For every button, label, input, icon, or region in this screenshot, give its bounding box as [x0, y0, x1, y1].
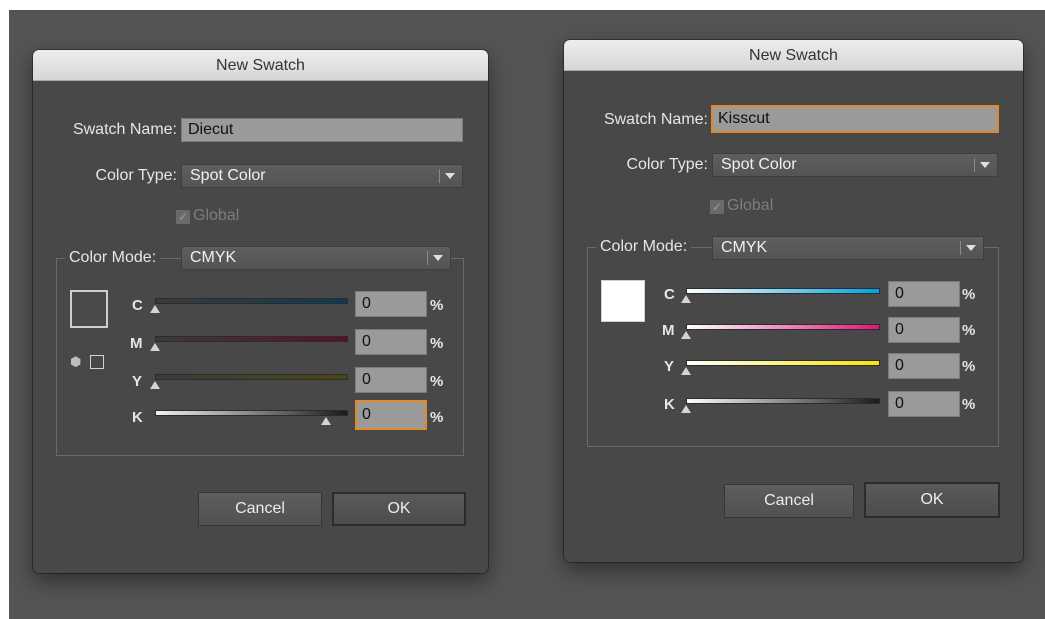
dropdown-separator	[439, 169, 440, 183]
m-value-input[interactable]: 0	[888, 317, 960, 343]
dialog-title: New Swatch	[564, 40, 1023, 71]
dropdown-separator	[960, 241, 961, 255]
c-value-input[interactable]: 0	[355, 291, 427, 317]
new-swatch-dialog-kisscut: New Swatch Swatch Name: Kisscut Color Ty…	[564, 40, 1023, 562]
checkmark-icon: ✓	[176, 210, 190, 224]
swatch-name-label: Swatch Name:	[603, 111, 708, 128]
k-value-input[interactable]: 0	[888, 391, 960, 417]
k-slider-track[interactable]	[686, 398, 880, 404]
channel-label: Y	[132, 373, 143, 390]
k-slider-track[interactable]	[155, 410, 348, 416]
channel-label: C	[664, 286, 675, 303]
c-slider-track[interactable]	[686, 288, 880, 294]
c-slider-thumb[interactable]	[681, 295, 691, 303]
color-type-dropdown[interactable]: Spot Color	[712, 153, 998, 177]
channel-label: C	[132, 297, 143, 314]
cube-icon: ⬢	[70, 354, 82, 369]
color-type-value: Spot Color	[721, 156, 797, 173]
color-mode-dropdown[interactable]: CMYK	[712, 236, 984, 260]
color-type-label: Color Type:	[95, 167, 177, 184]
global-label: Global	[193, 207, 240, 224]
cancel-button[interactable]: Cancel	[724, 484, 854, 518]
chevron-down-icon	[980, 162, 990, 168]
k-value-input[interactable]: 0	[355, 400, 427, 430]
channel-label: K	[132, 409, 143, 426]
swatch-name-input[interactable]: Kisscut	[711, 105, 999, 133]
percent-label: %	[430, 409, 444, 426]
percent-label: %	[962, 322, 976, 339]
dropdown-separator	[974, 158, 975, 172]
color-mode-value: CMYK	[190, 249, 237, 266]
percent-label: %	[430, 297, 444, 314]
color-type-value: Spot Color	[190, 167, 266, 184]
channel-label: K	[664, 396, 675, 413]
cancel-button[interactable]: Cancel	[198, 492, 322, 526]
global-checkbox[interactable]: ✓ Global	[176, 206, 239, 226]
chevron-down-icon	[966, 245, 976, 251]
m-slider-thumb[interactable]	[150, 343, 160, 351]
y-value-input[interactable]: 0	[355, 367, 427, 393]
percent-label: %	[962, 286, 976, 303]
c-slider-track[interactable]	[155, 298, 348, 304]
channel-label: Y	[664, 358, 675, 375]
k-slider-thumb[interactable]	[321, 417, 331, 425]
swatch-name-input[interactable]: Diecut	[181, 118, 463, 142]
ok-button[interactable]: OK	[332, 492, 466, 526]
y-slider-track[interactable]	[686, 360, 880, 366]
m-slider-track[interactable]	[155, 336, 348, 342]
k-slider-thumb[interactable]	[681, 405, 691, 413]
channel-label: M	[130, 335, 143, 352]
percent-label: %	[962, 358, 976, 375]
chevron-down-icon	[445, 173, 455, 179]
y-slider-track[interactable]	[155, 374, 348, 380]
global-label: Global	[727, 197, 774, 214]
color-preview-swatch	[70, 290, 108, 328]
color-mode-label: Color Mode:	[596, 235, 692, 259]
y-slider-thumb[interactable]	[681, 367, 691, 375]
color-type-dropdown[interactable]: Spot Color	[181, 164, 463, 188]
ok-button[interactable]: OK	[864, 482, 1000, 518]
y-slider-thumb[interactable]	[150, 381, 160, 389]
color-mode-value: CMYK	[721, 239, 768, 256]
swatch-name-label: Swatch Name:	[72, 121, 177, 138]
m-slider-track[interactable]	[686, 324, 880, 330]
new-swatch-dialog-diecut: New Swatch Swatch Name: Diecut Color Typ…	[33, 50, 488, 573]
m-slider-thumb[interactable]	[681, 331, 691, 339]
global-checkbox[interactable]: ✓ Global	[710, 196, 773, 216]
color-mode-dropdown[interactable]: CMYK	[181, 246, 451, 270]
c-value-input[interactable]: 0	[888, 281, 960, 307]
channel-label: M	[662, 322, 675, 339]
y-value-input[interactable]: 0	[888, 353, 960, 379]
checkmark-icon: ✓	[710, 200, 724, 214]
percent-label: %	[430, 335, 444, 352]
color-type-label: Color Type:	[626, 156, 708, 173]
percent-label: %	[962, 396, 976, 413]
dropdown-separator	[427, 251, 428, 265]
color-mode-label: Color Mode:	[65, 246, 161, 270]
chevron-down-icon	[433, 255, 443, 261]
c-slider-thumb[interactable]	[150, 305, 160, 313]
percent-label: %	[430, 373, 444, 390]
gamut-warning[interactable]: ⬢	[70, 354, 110, 372]
m-value-input[interactable]: 0	[355, 329, 427, 355]
dialog-title: New Swatch	[33, 50, 488, 81]
color-preview-swatch	[601, 280, 645, 322]
square-icon	[90, 355, 104, 369]
color-mode-group: Color Mode:	[587, 235, 999, 447]
